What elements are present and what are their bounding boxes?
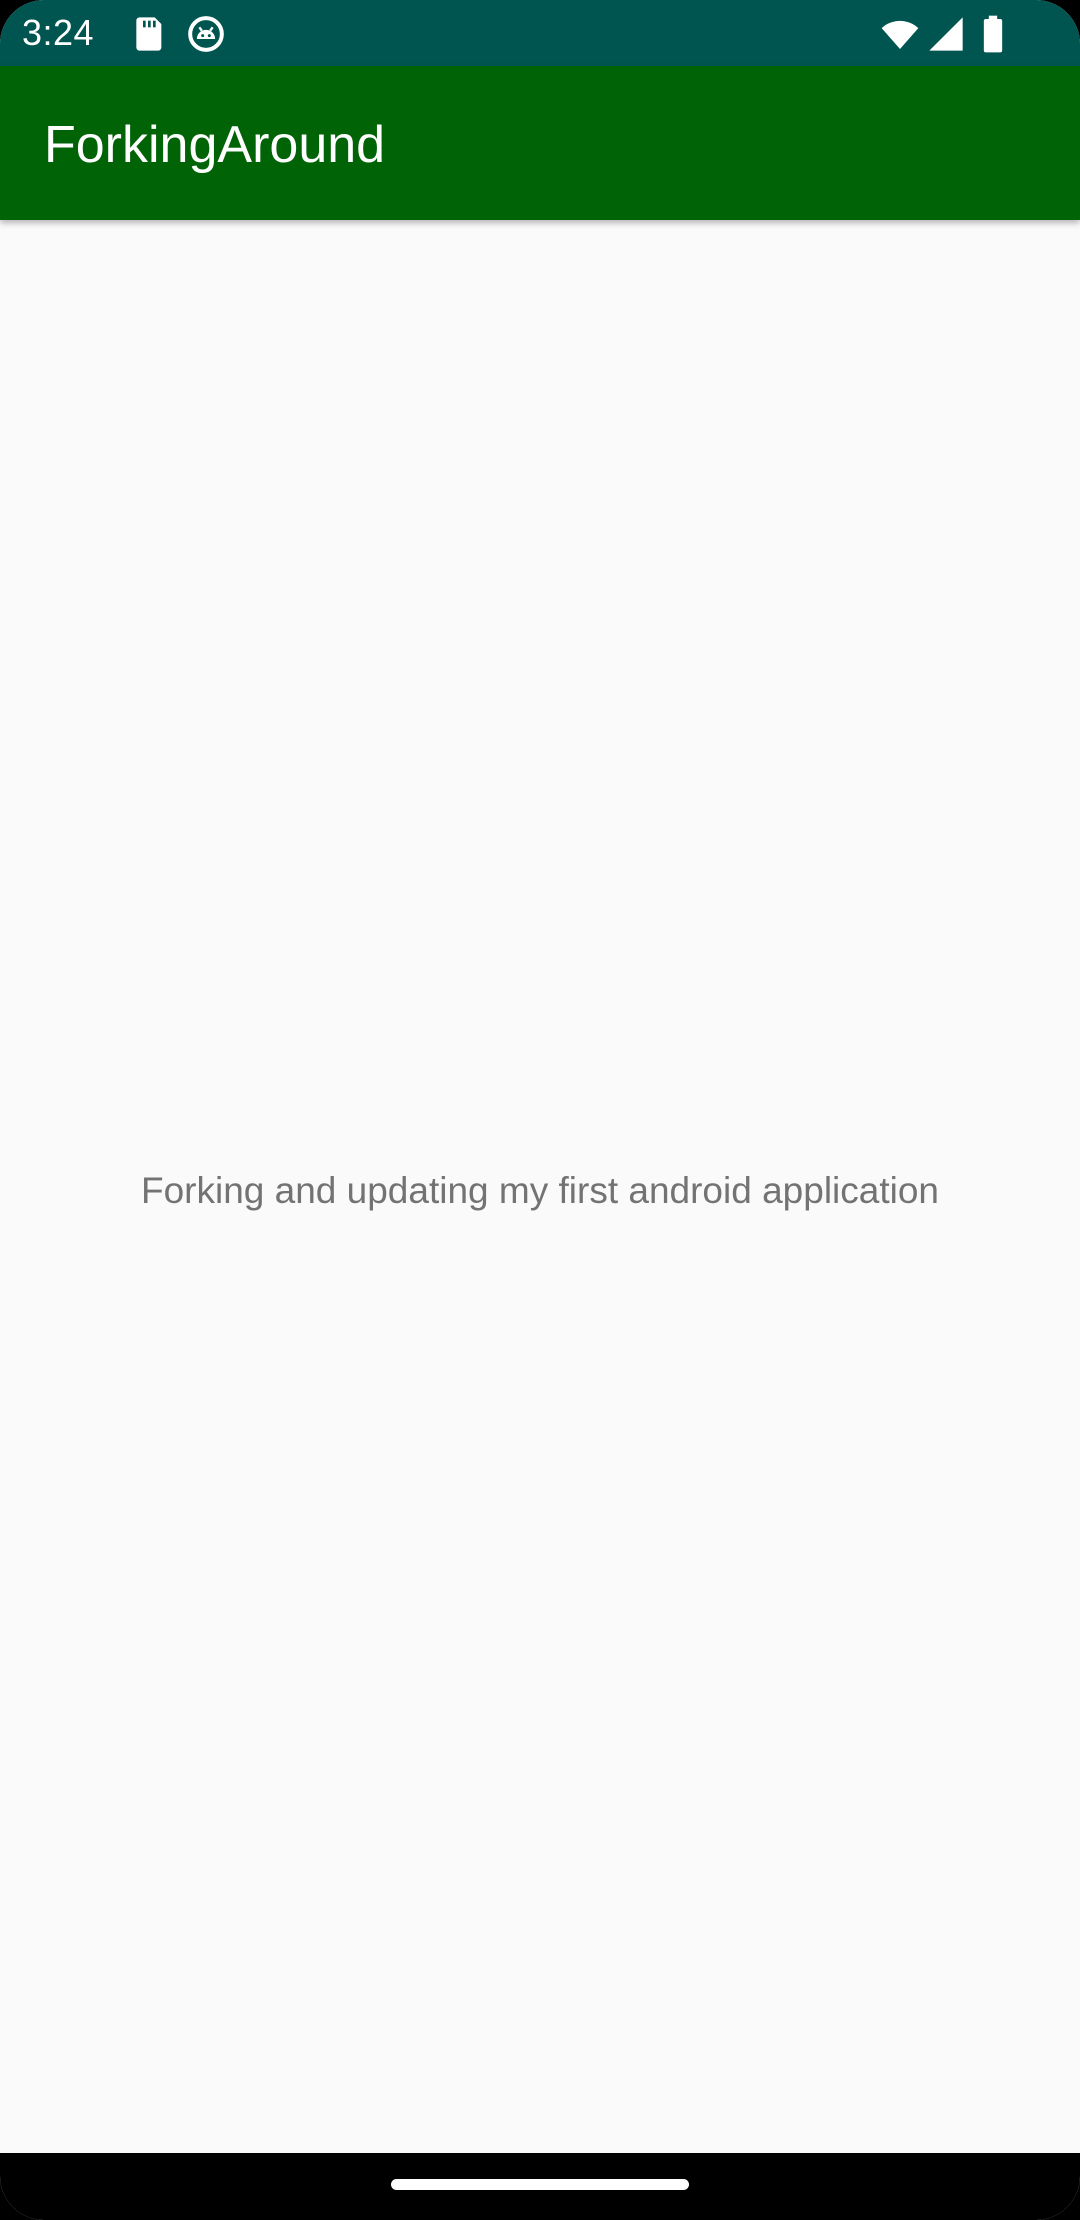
app-title: ForkingAround	[44, 116, 386, 174]
wifi-icon	[880, 14, 920, 54]
status-time: 3:24	[22, 12, 95, 53]
android-debug-icon	[186, 14, 226, 54]
main-text: Forking and updating my first android ap…	[140, 1170, 939, 1211]
navigation-bar	[0, 2153, 1080, 2220]
cellular-signal-icon	[926, 14, 966, 54]
phone-screen: 3:24 ForkingAround Forking and updating …	[0, 0, 1080, 2220]
main-content: Forking and updating my first android ap…	[0, 220, 1080, 2153]
status-bar: 3:24	[0, 0, 1080, 66]
sd-card-icon	[128, 14, 168, 54]
app-bar: ForkingAround	[0, 66, 1080, 220]
home-handle-icon[interactable]	[391, 2179, 689, 2190]
battery-icon	[978, 14, 1008, 54]
